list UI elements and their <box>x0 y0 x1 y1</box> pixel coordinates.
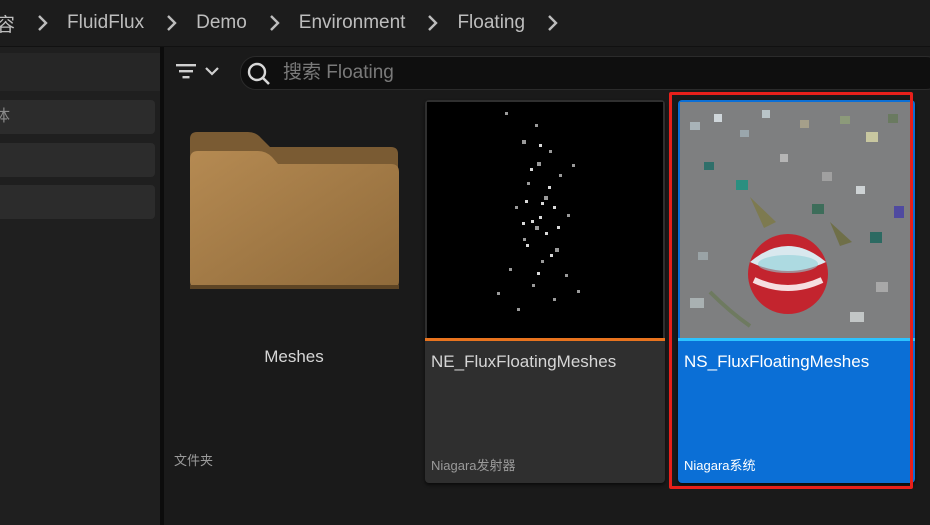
chevron-right-icon[interactable] <box>265 13 285 33</box>
sources-item-3[interactable] <box>0 185 155 219</box>
chevron-right-icon[interactable] <box>423 13 443 33</box>
search-icon <box>247 62 270 85</box>
asset-type: Niagara发射器 <box>431 458 516 473</box>
asset-name: Meshes <box>264 347 324 366</box>
sources-panel: 体 <box>0 47 160 525</box>
sources-item-2[interactable] <box>0 143 155 177</box>
asset-name: NE_FluxFloatingMeshes <box>431 352 617 371</box>
asset-grid: Meshes 文件夹 NE_FluxFloatingMeshes Niagara… <box>164 95 930 525</box>
asset-type: 文件夹 <box>174 453 214 468</box>
breadcrumb-item-floating[interactable]: Floating <box>457 12 525 34</box>
filter-lines-icon <box>176 64 196 79</box>
asset-tile-folder[interactable]: Meshes 文件夹 <box>168 95 420 480</box>
asset-type: Niagara系统 <box>684 458 756 473</box>
toolbar <box>164 47 930 95</box>
sources-item-1[interactable]: 体 <box>0 100 155 134</box>
breadcrumb-item-root[interactable]: 容 <box>0 10 15 37</box>
asset-type-stripe <box>678 338 915 341</box>
niagara-system-thumbnail <box>680 102 913 338</box>
breadcrumb: 容 FluidFlux Demo Environment Floating <box>0 0 930 47</box>
search-box[interactable] <box>240 56 930 90</box>
asset-tile-niagara-emitter[interactable]: NE_FluxFloatingMeshes Niagara发射器 <box>425 100 665 483</box>
breadcrumb-item-environment[interactable]: Environment <box>299 12 406 34</box>
asset-type-stripe <box>425 338 665 341</box>
breadcrumb-item-demo[interactable]: Demo <box>196 12 247 34</box>
sources-item-label: 体 <box>0 108 11 125</box>
folder-icon <box>190 132 399 289</box>
particle-emitter-thumbnail <box>427 102 663 338</box>
asset-tile-niagara-system[interactable]: NS_FluxFloatingMeshes Niagara系统 <box>678 100 915 483</box>
breadcrumb-item-fluidflux[interactable]: FluidFlux <box>67 12 144 34</box>
chevron-right-icon[interactable] <box>33 13 53 33</box>
chevron-down-icon <box>205 67 219 76</box>
chevron-right-icon[interactable] <box>543 13 563 33</box>
filter-button[interactable] <box>174 57 226 85</box>
search-input[interactable] <box>281 60 885 86</box>
sources-panel-header <box>0 53 160 91</box>
asset-name: NS_FluxFloatingMeshes <box>684 352 870 371</box>
chevron-right-icon[interactable] <box>162 13 182 33</box>
